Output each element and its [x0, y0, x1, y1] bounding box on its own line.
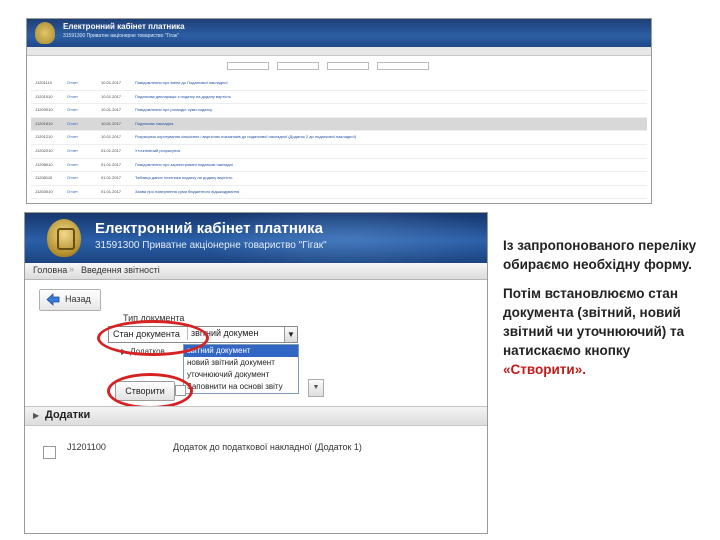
top-breadcrumb — [27, 47, 651, 56]
row-code: J1201810 — [35, 120, 53, 126]
row-name[interactable]: Повідомлення про розподіл суми податку — [135, 107, 212, 112]
triangle-right-icon: ▶ — [33, 411, 40, 420]
row-status: Отчет — [67, 147, 78, 153]
row-date: 10.01.2017 — [101, 93, 122, 99]
row-code: J1208110 — [35, 175, 53, 181]
row-status: Отчет — [67, 202, 78, 203]
back-arrow-icon — [46, 293, 60, 306]
row-name[interactable]: Заява про повернення суми бюджетного від… — [135, 189, 239, 194]
emblem-logo — [35, 22, 55, 44]
row-code: J1201010 — [35, 93, 53, 99]
table-row[interactable]: J1201610 Отчет 01.01.2017 Додаток до податк… — [31, 199, 647, 203]
table-row[interactable]: J1202010 Отчет 01.01.2017 Уточнюючий розрах… — [31, 145, 647, 159]
back-button[interactable]: Назад — [39, 289, 101, 311]
table-row[interactable]: J1208010 Отчет 01.01.2017 Повідомлення про … — [31, 159, 647, 173]
row-name[interactable]: Повідомлення про зареєстровані податкові… — [135, 162, 233, 167]
top-screenshot: Електронний кабінет платника 31591300 Пр… — [26, 18, 652, 204]
checkbox-icon[interactable] — [43, 446, 56, 459]
emblem-logo — [47, 219, 81, 257]
row-date: 01.01.2017 — [101, 161, 122, 167]
taxpayer-subtitle: 31591300 Приватне акціонерне товариство … — [95, 240, 327, 251]
row-code: J1203010 — [35, 107, 53, 113]
top-banner-title: Електронний кабінет платника — [63, 22, 185, 31]
row-date: 10.01.2017 — [101, 120, 122, 126]
row-code: J1201610 — [35, 202, 53, 203]
row-status: Отчет — [67, 80, 78, 85]
row-code: J1208010 — [35, 161, 53, 167]
row-name[interactable]: Повідомлення про зміни до Податкової нак… — [135, 80, 228, 85]
dropdown-option[interactable]: новий звітний документ — [184, 357, 298, 369]
row-status: Отчет — [67, 161, 78, 167]
caption-paragraph-2: Потім встановлюємо стан документа (звітн… — [503, 286, 685, 377]
chevron-down-icon[interactable]: ▼ — [284, 327, 297, 342]
caption-paragraph-1: Із запропонованого переліку обираємо нео… — [503, 238, 697, 272]
dropdown-option[interactable]: уточнюючий документ — [184, 369, 298, 381]
filter-select[interactable] — [327, 62, 369, 70]
row-status: Отчет — [67, 188, 78, 194]
row-date: 10.01.2017 — [101, 80, 122, 85]
row-date: 01.01.2017 — [101, 147, 122, 153]
addon-description: Додаток до податкової накладної (Додаток… — [173, 442, 362, 452]
row-status: Отчет — [67, 134, 78, 140]
table-row[interactable]: J1201210 Отчет 10.01.2017 Розрахунок коригу… — [31, 131, 647, 145]
table-row[interactable]: J1204010 Отчет 01.01.2017 Заява про поверне… — [31, 186, 647, 200]
filter-select[interactable] — [277, 62, 319, 70]
highlight-oval-create — [107, 373, 193, 409]
header-banner: Електронний кабінет платника 31591300 Пр… — [25, 213, 487, 273]
table-row[interactable]: J1201110 Отчет 10.01.2017 Повідомлення про … — [31, 77, 647, 91]
filter-select[interactable] — [377, 62, 429, 70]
table-row[interactable]: J1201010 Отчет 10.01.2017 Податкова деклара… — [31, 91, 647, 105]
row-name[interactable]: Розрахунок коригування кількісних і варт… — [135, 134, 356, 139]
row-code: J1202010 — [35, 147, 53, 153]
row-code: J1204010 — [35, 188, 53, 194]
row-name[interactable]: Додаток до податкової декларації з подат… — [135, 202, 372, 203]
breadcrumb-current: Введення звітності — [81, 265, 160, 275]
top-banner: Електронний кабінет платника 31591300 Пр… — [27, 19, 651, 47]
chevron-down-icon[interactable]: ▼ — [308, 379, 324, 397]
table-row[interactable]: J1208110 Отчет 01.01.2017 Таблиця даних пла… — [31, 172, 647, 186]
row-date: 10.01.2017 — [101, 107, 122, 113]
row-name[interactable]: Податкова декларація з податку на додану… — [135, 94, 231, 99]
top-banner-subtitle: 31591300 Приватне акціонерне товариство … — [63, 33, 179, 39]
row-status: Отчет — [67, 93, 78, 99]
dropdown-option[interactable]: Заповнити на основі звіту — [184, 381, 298, 393]
row-name[interactable]: Таблиця даних платника податку на додану… — [135, 175, 232, 180]
row-date: 01.01.2017 — [101, 202, 121, 203]
row-name[interactable]: Уточнюючий розрахунок — [135, 148, 180, 153]
highlight-oval-state — [97, 320, 209, 356]
back-button-label: Назад — [65, 294, 91, 304]
top-filters — [27, 59, 651, 71]
row-status: Отчет — [67, 175, 78, 181]
addons-title: Додатки — [45, 409, 91, 421]
row-date: 10.01.2017 — [101, 134, 122, 140]
row-code: J1201110 — [35, 80, 52, 85]
row-date: 01.01.2017 — [101, 188, 122, 194]
breadcrumb: Головна » Введення звітності — [25, 263, 487, 280]
breadcrumb-home[interactable]: Головна — [33, 265, 67, 275]
instruction-caption: Із запропонованого переліку обираємо нео… — [503, 236, 703, 379]
page-title: Електронний кабінет платника — [95, 220, 323, 237]
addons-header[interactable]: ▶ Додатки — [25, 406, 487, 426]
row-date: 01.01.2017 — [101, 175, 122, 181]
forms-table: J1201110 Отчет 10.01.2017 Повідомлення про … — [31, 77, 647, 203]
row-status: Отчет — [67, 120, 78, 126]
row-status: Отчет — [67, 107, 78, 113]
table-row[interactable]: J1201810 Отчет 10.01.2017 Податкова накладн… — [31, 117, 647, 132]
filter-select[interactable] — [227, 62, 269, 70]
breadcrumb-separator: » — [69, 264, 75, 274]
caption-accent: «Створити». — [503, 362, 586, 377]
row-code: J1201210 — [35, 134, 53, 140]
table-row[interactable]: J1203010 Отчет 10.01.2017 Повідомлення про … — [31, 104, 647, 118]
main-screenshot: Електронний кабінет платника 31591300 Пр… — [24, 212, 488, 534]
row-name[interactable]: Податкова накладна — [135, 121, 173, 126]
addon-code: J1201100 — [67, 442, 106, 452]
doc-state-dropdown[interactable]: звітний документ новий звітний документ ут… — [183, 344, 299, 394]
